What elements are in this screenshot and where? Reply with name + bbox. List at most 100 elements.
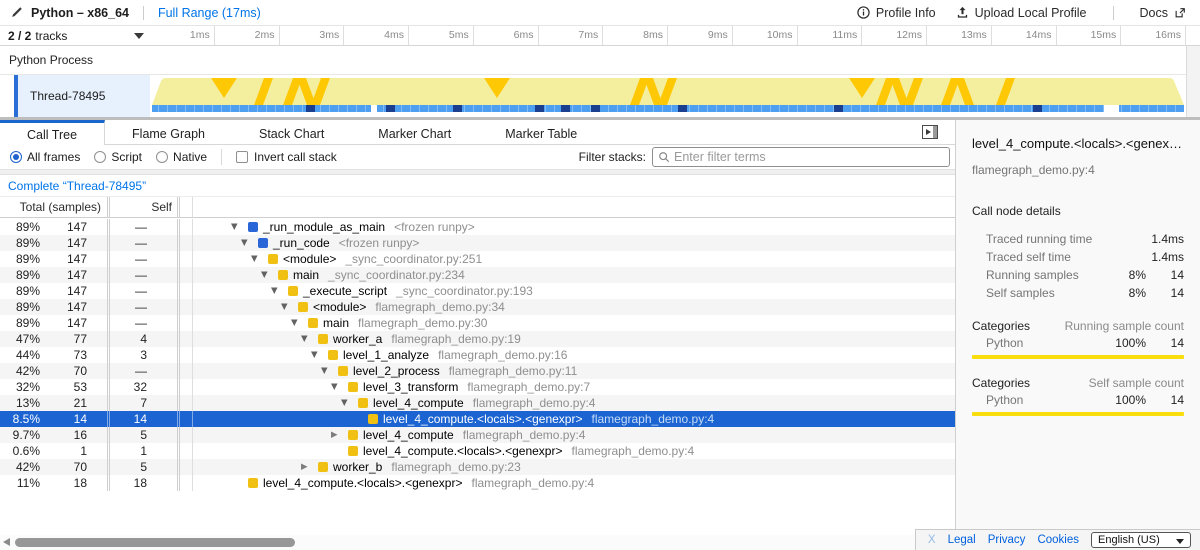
language-select[interactable]: English (US) <box>1091 532 1191 548</box>
scroll-left-arrow[interactable] <box>3 538 10 546</box>
category-header: CategoriesSelf sample count <box>972 376 1184 390</box>
full-range-link[interactable]: Full Range (17ms) <box>158 6 261 20</box>
radio-native[interactable]: Native <box>156 150 207 164</box>
table-row[interactable]: 89%147—▼<module>_sync_coordinator.py:251 <box>0 251 955 267</box>
profile-info-button[interactable]: Profile Info <box>857 6 936 20</box>
twisty-expanded-icon[interactable]: ▼ <box>241 238 258 248</box>
table-row[interactable]: 89%147—▼_run_module_as_main<frozen runpy… <box>0 219 955 235</box>
table-row[interactable]: 0.6%11level_4_compute.<locals>.<genexpr>… <box>0 443 955 459</box>
twisty-expanded-icon[interactable]: ▼ <box>281 302 298 312</box>
column-header-self[interactable]: Self <box>110 197 180 217</box>
tracks-dropdown[interactable]: 2 / 2tracks <box>0 26 150 45</box>
footer-link-cookies[interactable]: Cookies <box>1037 534 1079 546</box>
tab-call-tree[interactable]: Call Tree <box>0 120 105 146</box>
footer-link-legal[interactable]: Legal <box>948 534 976 546</box>
category-row: Python100%14 <box>972 333 1184 353</box>
firefox-profiler-app: Python – x86_64 Full Range (17ms) Profil… <box>0 0 1200 550</box>
footer-link-privacy[interactable]: Privacy <box>988 534 1026 546</box>
thread-activity-graph[interactable] <box>150 75 1186 117</box>
edit-pencil-icon[interactable] <box>10 6 23 19</box>
cell-tree: ▼_execute_script_sync_coordinator.py:193 <box>193 283 955 299</box>
function-name: level_4_compute.<locals>.<genexpr> <box>383 412 582 426</box>
twisty-expanded-icon[interactable]: ▼ <box>231 222 248 232</box>
table-row[interactable]: 9.7%165▶level_4_computeflamegraph_demo.p… <box>0 427 955 443</box>
cell-tree: ▼level_3_transformflamegraph_demo.py:7 <box>193 379 955 395</box>
docs-link[interactable]: Docs <box>1140 6 1186 20</box>
process-track-header[interactable]: Python Process <box>0 46 1186 75</box>
table-row[interactable]: 8.5%1414level_4_compute.<locals>.<genexp… <box>0 411 955 427</box>
table-row[interactable]: 11%1818level_4_compute.<locals>.<genexpr… <box>0 475 955 491</box>
table-row[interactable]: 89%147—▼main_sync_coordinator.py:234 <box>0 267 955 283</box>
radio-all-frames[interactable]: All frames <box>10 150 80 164</box>
radio-script[interactable]: Script <box>94 150 142 164</box>
table-row[interactable]: 13%217▼level_4_computeflamegraph_demo.py… <box>0 395 955 411</box>
table-row[interactable]: 44%733▼level_1_analyzeflamegraph_demo.py… <box>0 347 955 363</box>
call-tree-rows: 89%147—▼_run_module_as_main<frozen runpy… <box>0 219 955 491</box>
cell-total: 89%147 <box>0 235 110 251</box>
category-color-square <box>318 462 328 472</box>
total-percent: 89% <box>0 284 40 298</box>
table-row[interactable]: 47%774▼worker_aflamegraph_demo.py:19 <box>0 331 955 347</box>
cell-icon <box>180 331 193 347</box>
breadcrumb: Complete “Thread-78495” <box>0 176 955 196</box>
twisty-collapsed-icon[interactable]: ▶ <box>301 462 318 472</box>
cell-icon <box>180 443 193 459</box>
file-location: _sync_coordinator.py:251 <box>345 252 482 266</box>
table-row[interactable]: 89%147—▼mainflamegraph_demo.py:30 <box>0 315 955 331</box>
tab-marker-chart[interactable]: Marker Chart <box>351 120 478 145</box>
table-row[interactable]: 89%147—▼_execute_script_sync_coordinator… <box>0 283 955 299</box>
twisty-expanded-icon[interactable]: ▼ <box>321 366 338 376</box>
twisty-expanded-icon[interactable]: ▼ <box>261 270 278 280</box>
cell-self: — <box>110 251 180 267</box>
detail-value: 14 <box>1146 286 1184 300</box>
top-bar: Python – x86_64 Full Range (17ms) Profil… <box>0 0 1200 26</box>
table-row[interactable]: 42%70—▼level_2_processflamegraph_demo.py… <box>0 363 955 379</box>
twisty-expanded-icon[interactable]: ▼ <box>301 334 318 344</box>
table-row[interactable]: 42%705▶worker_bflamegraph_demo.py:23 <box>0 459 955 475</box>
twisty-expanded-icon[interactable]: ▼ <box>331 382 348 392</box>
cell-tree: level_4_compute.<locals>.<genexpr>flameg… <box>193 475 955 491</box>
total-percent: 89% <box>0 300 40 314</box>
file-location: flamegraph_demo.py:4 <box>463 428 586 442</box>
footer-links: Legal Privacy Cookies <box>948 534 1079 546</box>
horizontal-scrollbar-thumb[interactable] <box>15 538 295 547</box>
tab-flame-graph[interactable]: Flame Graph <box>105 120 232 145</box>
cell-total: 44%73 <box>0 347 110 363</box>
locale-marker[interactable]: X <box>928 534 936 546</box>
cell-icon <box>180 299 193 315</box>
table-row[interactable]: 32%5332▼level_3_transformflamegraph_demo… <box>0 379 955 395</box>
cell-icon <box>180 411 193 427</box>
detail-value: 1.4ms <box>1146 250 1184 264</box>
function-name: level_2_process <box>353 364 440 378</box>
thread-track-label[interactable]: Thread-78495 <box>18 75 150 117</box>
twisty-expanded-icon[interactable]: ▼ <box>251 254 268 264</box>
detail-percent: 8% <box>1106 268 1146 282</box>
cell-icon <box>180 459 193 475</box>
sidebar-detail-row: Traced self time1.4ms <box>972 248 1184 266</box>
call-tree-main: Call TreeFlame GraphStack ChartMarker Ch… <box>0 120 955 550</box>
function-name: main <box>323 316 349 330</box>
ruler-tick-2ms: 2ms <box>215 26 280 45</box>
ruler-tick-9ms: 9ms <box>668 26 733 45</box>
twisty-expanded-icon[interactable]: ▼ <box>271 286 288 296</box>
twisty-expanded-icon[interactable]: ▼ <box>311 350 328 360</box>
breadcrumb-complete-thread[interactable]: Complete “Thread-78495” <box>8 179 146 193</box>
cell-self: 14 <box>110 411 180 427</box>
thread-track[interactable]: Thread-78495 <box>0 75 1186 117</box>
tab-marker-table[interactable]: Marker Table <box>478 120 604 145</box>
invert-call-stack-checkbox[interactable] <box>236 151 248 163</box>
sidebar-toggle-button[interactable] <box>922 125 938 139</box>
vertical-scrollbar-gutter[interactable] <box>1186 46 1200 117</box>
twisty-collapsed-icon[interactable]: ▶ <box>331 430 348 440</box>
cell-icon <box>180 219 193 235</box>
twisty-expanded-icon[interactable]: ▼ <box>341 398 358 408</box>
twisty-expanded-icon[interactable]: ▼ <box>291 318 308 328</box>
table-row[interactable]: 89%147—▼<module>flamegraph_demo.py:34 <box>0 299 955 315</box>
search-input[interactable]: Enter filter terms <box>652 147 950 167</box>
table-row[interactable]: 89%147—▼_run_code<frozen runpy> <box>0 235 955 251</box>
cell-tree: ▼_run_code<frozen runpy> <box>193 235 955 251</box>
upload-profile-button[interactable]: Upload Local Profile <box>956 6 1087 20</box>
tab-stack-chart[interactable]: Stack Chart <box>232 120 351 145</box>
cell-icon <box>180 251 193 267</box>
column-header-total[interactable]: Total (samples) <box>0 197 110 217</box>
